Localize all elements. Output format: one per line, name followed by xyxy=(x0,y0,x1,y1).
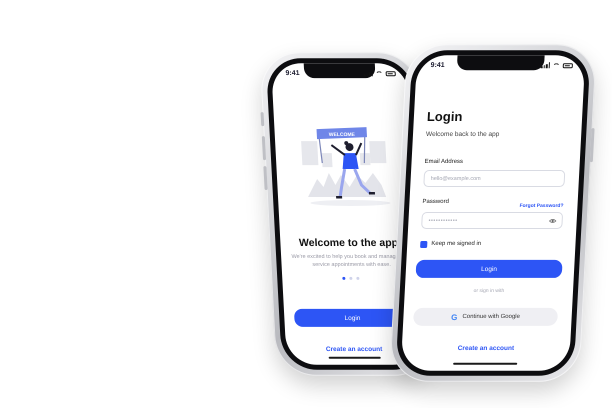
signal-icon xyxy=(540,62,550,69)
side-button xyxy=(589,128,595,163)
status-bar: 9:41 xyxy=(285,68,396,78)
pagination-dot[interactable] xyxy=(355,276,359,280)
welcome-subtitle: We're excited to help you book and manag… xyxy=(291,253,412,268)
pagination-dot[interactable] xyxy=(348,276,352,280)
forgot-password-link[interactable]: Forgot Password? xyxy=(519,203,563,209)
eye-icon[interactable] xyxy=(548,217,557,225)
status-time: 9:41 xyxy=(285,69,300,77)
side-button xyxy=(260,112,265,127)
side-button xyxy=(261,136,267,161)
pagination-dot-active[interactable] xyxy=(341,276,345,280)
email-field[interactable]: hello@example.com xyxy=(423,170,566,188)
wifi-icon xyxy=(375,70,383,76)
password-value: •••••••••••• xyxy=(428,217,458,224)
welcome-illustration: WELCOME xyxy=(301,127,391,207)
login-button[interactable]: Login xyxy=(415,259,563,278)
email-placeholder: hello@example.com xyxy=(430,175,481,182)
login-title: Login xyxy=(426,109,463,125)
home-indicator xyxy=(328,356,381,359)
battery-icon xyxy=(385,70,396,76)
wifi-icon xyxy=(552,62,560,68)
keep-signed-in-checkbox[interactable] xyxy=(420,240,428,253)
status-icons xyxy=(540,62,573,69)
divider-text: or sign in with xyxy=(473,287,505,294)
status-time: 9:41 xyxy=(430,61,445,69)
google-sign-in-button[interactable]: G Continue with Google xyxy=(412,307,559,326)
email-label: Email Address xyxy=(424,159,464,166)
illustration-banner-text: WELCOME xyxy=(329,132,356,138)
battery-icon xyxy=(562,62,573,68)
login-subtitle: Welcome back to the app xyxy=(425,131,500,139)
status-icons xyxy=(363,70,396,77)
keep-signed-in-label: Keep me signed in xyxy=(431,240,482,247)
google-icon: G xyxy=(450,312,458,322)
google-button-label: Continue with Google xyxy=(462,313,521,320)
checkmark-icon xyxy=(421,248,426,253)
signal-icon xyxy=(363,70,373,77)
create-account-link[interactable]: Create an account xyxy=(402,345,571,352)
side-button xyxy=(263,166,268,191)
login-screen: 9:41 Login Welcome back to the app Email… xyxy=(400,55,586,371)
phone-login: 9:41 Login Welcome back to the app Email… xyxy=(389,44,597,382)
password-label: Password xyxy=(422,199,450,206)
password-field[interactable]: •••••••••••• xyxy=(421,212,564,229)
home-indicator xyxy=(453,362,518,365)
status-bar: 9:41 xyxy=(430,60,573,70)
